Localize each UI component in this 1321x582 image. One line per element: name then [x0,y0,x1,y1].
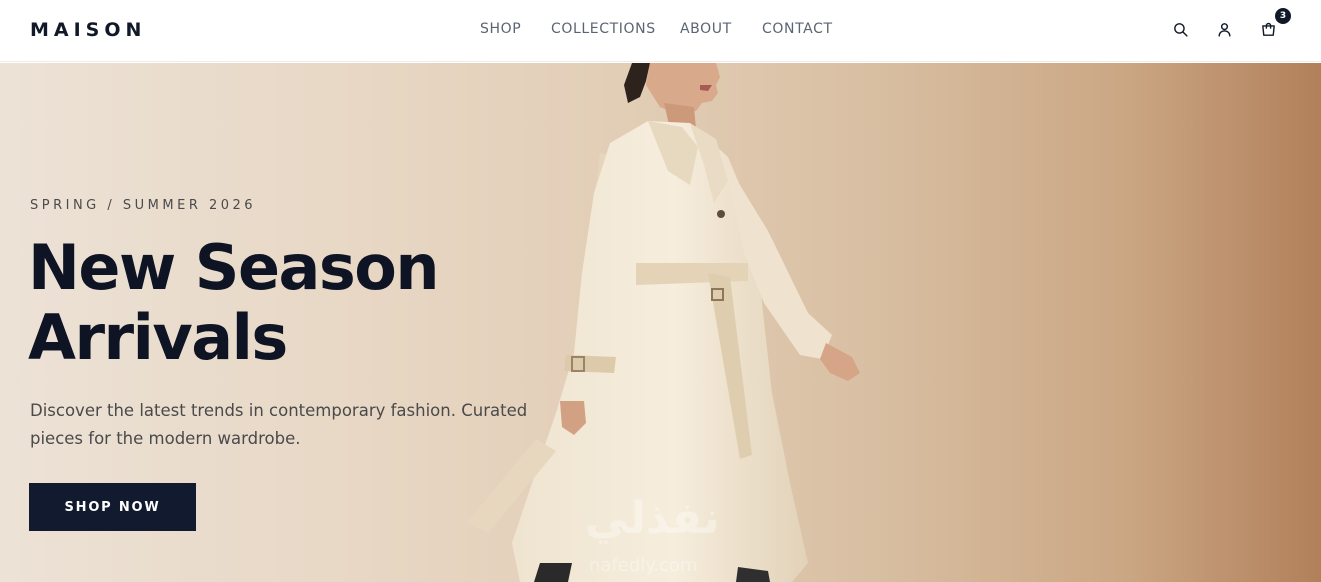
shop-now-button[interactable]: SHOP NOW [29,483,196,531]
nav-link-about[interactable]: ABOUT [680,21,732,37]
search-icon[interactable] [1171,20,1191,40]
hero-headline-line2: Arrivals [28,301,288,374]
nav-link-shop[interactable]: SHOP [480,21,521,37]
site-header: MAISON SHOP COLLECTIONS ABOUT CONTACT 3 [0,0,1321,62]
hero-subtext: Discover the latest trends in contempora… [30,401,528,448]
user-icon[interactable] [1215,20,1235,40]
main-nav: SHOP COLLECTIONS ABOUT CONTACT [0,21,1321,41]
cart-count-badge: 3 [1275,8,1291,24]
hero-headline-line1: New Season [28,231,439,304]
hero-eyebrow: SPRING / SUMMER 2026 [30,198,257,213]
shopping-bag-icon[interactable] [1259,20,1279,40]
nav-link-collections[interactable]: COLLECTIONS [551,21,656,37]
hero-headline: New Season Arrivals [28,233,548,373]
nav-link-contact[interactable]: CONTACT [762,21,833,37]
hero-banner: SPRING / SUMMER 2026 New Season Arrivals… [0,63,1321,582]
